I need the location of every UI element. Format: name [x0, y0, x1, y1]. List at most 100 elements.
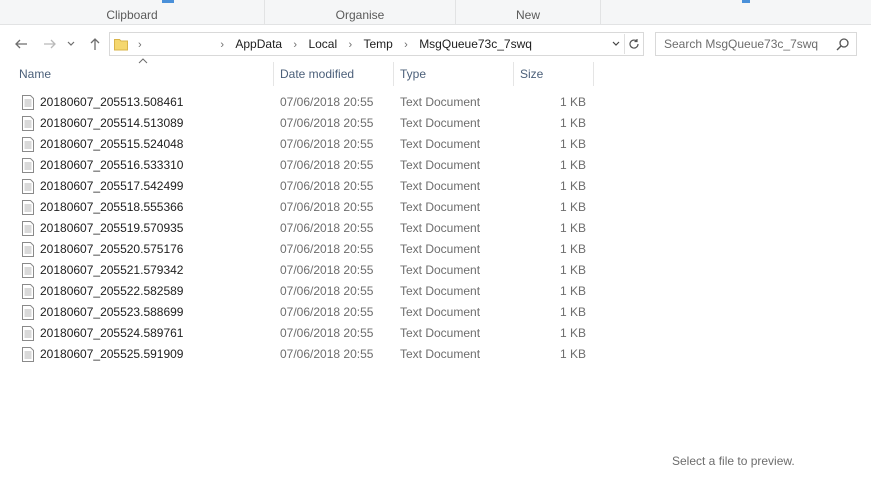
breadcrumb-separator[interactable]: › [344, 34, 356, 56]
text-file-icon [22, 116, 34, 131]
file-name[interactable]: 20180607_205514.513089 [40, 113, 183, 134]
file-size: 1 KB [559, 347, 586, 361]
file-date-modified: 07/06/2018 20:55 [280, 137, 374, 151]
back-arrow-icon [15, 39, 27, 49]
forward-arrow-icon [44, 39, 56, 49]
up-arrow-icon [90, 38, 100, 50]
file-name[interactable]: 20180607_205516.533310 [40, 155, 183, 176]
breadcrumb-separator[interactable]: › [134, 34, 146, 56]
search-box[interactable] [655, 32, 857, 56]
breadcrumb-separator[interactable]: › [400, 34, 412, 56]
file-type: Text Document [400, 221, 481, 235]
text-file-icon [22, 221, 34, 236]
file-row[interactable]: 20180607_205521.579342 07/06/2018 20:55 … [0, 260, 596, 281]
breadcrumb-separator[interactable]: › [216, 34, 228, 56]
file-size: 1 KB [559, 326, 586, 340]
refresh-button[interactable] [624, 34, 642, 54]
file-date-modified: 07/06/2018 20:55 [280, 347, 374, 361]
text-file-icon [22, 326, 34, 341]
refresh-icon [628, 39, 639, 49]
file-type: Text Document [400, 242, 481, 256]
file-row[interactable]: 20180607_205518.555366 07/06/2018 20:55 … [0, 197, 596, 218]
column-header-size[interactable]: Size [514, 62, 593, 86]
file-row[interactable]: 20180607_205525.591909 07/06/2018 20:55 … [0, 344, 596, 365]
text-file-icon [22, 158, 34, 173]
text-file-icon [22, 179, 34, 194]
file-type: Text Document [400, 179, 481, 193]
breadcrumb-local[interactable]: Local [304, 33, 341, 55]
file-date-modified: 07/06/2018 20:55 [280, 263, 374, 277]
text-file-icon [22, 242, 34, 257]
file-date-modified: 07/06/2018 20:55 [280, 95, 374, 109]
file-type: Text Document [400, 200, 481, 214]
ribbon-group-label: Clipboard [106, 8, 158, 22]
file-name[interactable]: 20180607_205524.589761 [40, 323, 183, 344]
file-row[interactable]: 20180607_205516.533310 07/06/2018 20:55 … [0, 155, 596, 176]
breadcrumb-separator[interactable]: › [289, 34, 301, 56]
file-row[interactable]: 20180607_205522.582589 07/06/2018 20:55 … [0, 281, 596, 302]
file-row[interactable]: 20180607_205519.570935 07/06/2018 20:55 … [0, 218, 596, 239]
file-name[interactable]: 20180607_205520.575176 [40, 239, 183, 260]
column-header-name[interactable]: Name [13, 62, 273, 86]
file-size: 1 KB [559, 137, 586, 151]
column-header-type[interactable]: Type [394, 62, 513, 86]
file-name[interactable]: 20180607_205515.524048 [40, 134, 183, 155]
ribbon-group-clipboard: Clipboard [0, 0, 265, 25]
file-row[interactable]: 20180607_205523.588699 07/06/2018 20:55 … [0, 302, 596, 323]
ribbon-group-new: New [456, 0, 601, 25]
file-name[interactable]: 20180607_205517.542499 [40, 176, 183, 197]
file-name[interactable]: 20180607_205518.555366 [40, 197, 183, 218]
address-dropdown-button[interactable] [609, 33, 623, 55]
file-name[interactable]: 20180607_205522.582589 [40, 281, 183, 302]
file-date-modified: 07/06/2018 20:55 [280, 221, 374, 235]
file-date-modified: 07/06/2018 20:55 [280, 305, 374, 319]
file-name[interactable]: 20180607_205519.570935 [40, 218, 183, 239]
file-date-modified: 07/06/2018 20:55 [280, 284, 374, 298]
file-name[interactable]: 20180607_205521.579342 [40, 260, 183, 281]
file-row[interactable]: 20180607_205513.508461 07/06/2018 20:55 … [0, 92, 596, 113]
file-row[interactable]: 20180607_205524.589761 07/06/2018 20:55 … [0, 323, 596, 344]
column-divider[interactable] [593, 62, 594, 86]
file-type: Text Document [400, 116, 481, 130]
forward-button[interactable] [40, 34, 60, 54]
up-button[interactable] [85, 34, 105, 54]
column-headers: Name Date modified Type Size [0, 58, 600, 86]
file-row[interactable]: 20180607_205514.513089 07/06/2018 20:55 … [0, 113, 596, 134]
recent-locations-button[interactable] [64, 34, 78, 54]
file-row[interactable]: 20180607_205520.575176 07/06/2018 20:55 … [0, 239, 596, 260]
breadcrumb-current-folder[interactable]: MsgQueue73c_7swq [415, 33, 536, 55]
file-name[interactable]: 20180607_205513.508461 [40, 92, 183, 113]
back-button[interactable] [11, 34, 31, 54]
file-date-modified: 07/06/2018 20:55 [280, 200, 374, 214]
file-type: Text Document [400, 158, 481, 172]
file-row[interactable]: 20180607_205515.524048 07/06/2018 20:55 … [0, 134, 596, 155]
breadcrumb-temp[interactable]: Temp [359, 33, 396, 55]
file-size: 1 KB [559, 242, 586, 256]
ribbon-group-label: Organise [335, 8, 385, 22]
text-file-icon [22, 200, 34, 215]
column-header-date-modified[interactable]: Date modified [274, 62, 393, 86]
file-size: 1 KB [559, 116, 586, 130]
address-bar[interactable]: › › AppData › Local › Temp › MsgQueue73c… [109, 32, 644, 56]
file-date-modified: 07/06/2018 20:55 [280, 242, 374, 256]
navigation-bar: › › AppData › Local › Temp › MsgQueue73c… [0, 28, 871, 60]
search-icon[interactable] [836, 37, 850, 51]
chevron-down-icon [67, 41, 75, 46]
breadcrumb: › › AppData › Local › Temp › MsgQueue73c… [134, 33, 536, 55]
file-size: 1 KB [559, 158, 586, 172]
text-file-icon [22, 95, 34, 110]
chevron-down-icon [612, 41, 620, 46]
preview-pane: Select a file to preview. [600, 62, 871, 493]
file-name[interactable]: 20180607_205525.591909 [40, 344, 183, 365]
preview-message: Select a file to preview. [672, 454, 795, 468]
breadcrumb-appdata[interactable]: AppData [231, 33, 286, 55]
file-type: Text Document [400, 284, 481, 298]
file-size: 1 KB [559, 200, 586, 214]
file-type: Text Document [400, 263, 481, 277]
file-size: 1 KB [559, 179, 586, 193]
search-input[interactable] [656, 33, 834, 55]
file-name[interactable]: 20180607_205523.588699 [40, 302, 183, 323]
file-date-modified: 07/06/2018 20:55 [280, 158, 374, 172]
text-file-icon [22, 347, 34, 362]
file-row[interactable]: 20180607_205517.542499 07/06/2018 20:55 … [0, 176, 596, 197]
